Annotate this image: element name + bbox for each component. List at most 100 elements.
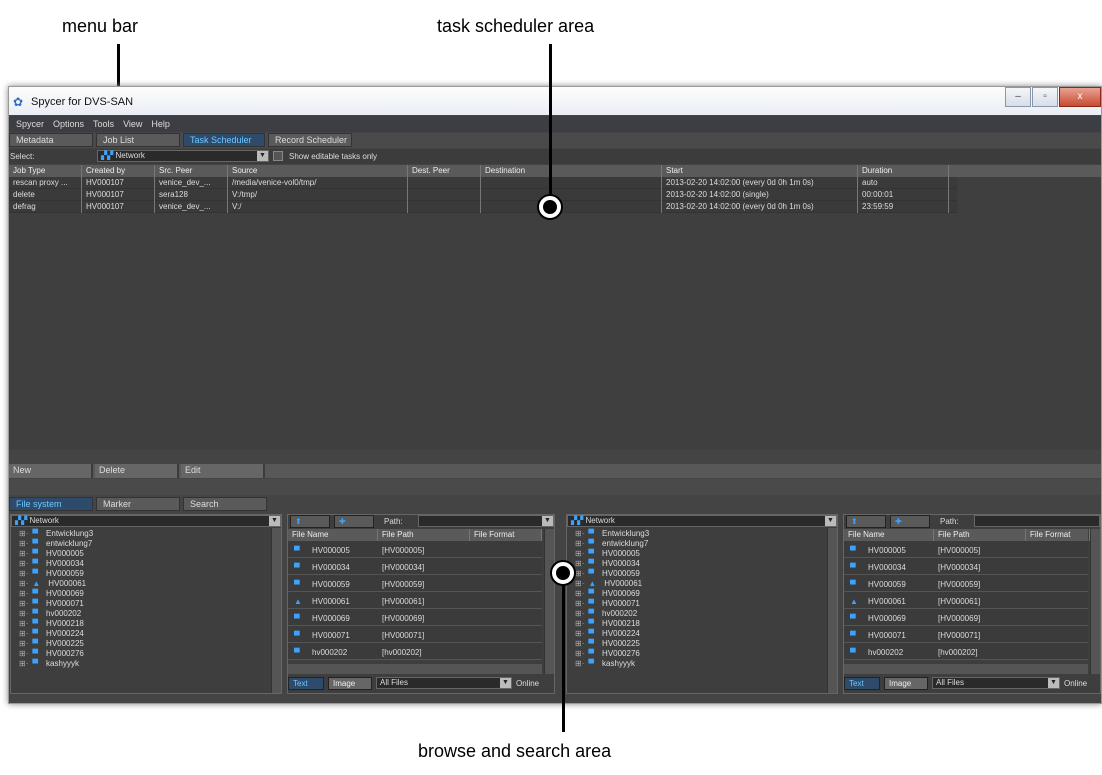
tree-root-select-left[interactable]: ▞▞ Network ▼	[11, 515, 281, 527]
folder-up-button[interactable]: ⬆	[846, 515, 886, 528]
tree-item[interactable]: ⊞· ▀ HV000069	[575, 589, 640, 599]
tree-item[interactable]: ⊞· ▲ HV000061	[575, 579, 642, 589]
list-item[interactable]: ▀ HV000069 [HV000069]	[844, 609, 1088, 626]
tree-item[interactable]: ⊞· ▀ HV000225	[19, 639, 84, 649]
tree-item[interactable]: ⊞· ▀ HV000005	[575, 549, 640, 559]
tree-item[interactable]: ⊞· ▀ HV000218	[19, 619, 84, 629]
tree-item[interactable]: ⊞· ▀ entwicklung7	[19, 539, 92, 549]
close-button[interactable]: x	[1059, 87, 1101, 107]
tree-item[interactable]: ⊞· ▀ HV000071	[19, 599, 84, 609]
list-item[interactable]: ▀ HV000059 [HV000059]	[844, 575, 1088, 592]
file-filter-select[interactable]: All Files ▼	[932, 677, 1060, 689]
new-button[interactable]: New	[9, 464, 93, 478]
horizontal-scrollbar-left[interactable]	[288, 664, 542, 674]
edit-button[interactable]: Edit	[181, 464, 265, 478]
horizontal-scrollbar-right[interactable]	[844, 664, 1088, 674]
col-file-name[interactable]: File Name	[288, 529, 378, 541]
tree-item[interactable]: ⊞· ▀ kashyyyk	[575, 659, 635, 669]
path-input[interactable]: ▼	[418, 515, 554, 527]
tree-item[interactable]: ⊞· ▀ HV000059	[19, 569, 84, 579]
tab-job-list[interactable]: Job List	[96, 133, 180, 147]
maximize-button[interactable]: ▫	[1032, 87, 1058, 107]
path-input[interactable]	[974, 515, 1100, 527]
tree-item[interactable]: ⊞· ▀ HV000224	[19, 629, 84, 639]
menu-view[interactable]: View	[123, 119, 142, 129]
col-start[interactable]: Start	[662, 165, 858, 177]
col-created-by[interactable]: Created by	[82, 165, 155, 177]
folder-up-button[interactable]: ⬆	[290, 515, 330, 528]
menu-help[interactable]: Help	[151, 119, 170, 129]
col-job-type[interactable]: Job Type	[9, 165, 82, 177]
list-item[interactable]: ▀ HV000069 [HV000069]	[288, 609, 542, 626]
image-view-button[interactable]: Image	[328, 677, 372, 690]
tree-item[interactable]: ⊞· ▀ HV000071	[575, 599, 640, 609]
minimize-button[interactable]: –	[1005, 87, 1031, 107]
col-file-path[interactable]: File Path	[934, 529, 1026, 541]
tree-item[interactable]: ⊞· ▀ HV000225	[575, 639, 640, 649]
tree-item[interactable]: ⊞· ▀ hv000202	[575, 609, 637, 619]
tab-marker[interactable]: Marker	[96, 497, 180, 511]
list-item[interactable]: ▀ HV000005 [HV000005]	[288, 541, 542, 558]
list-item[interactable]: ▀ HV000071 [HV000071]	[844, 626, 1088, 643]
tab-search[interactable]: Search	[183, 497, 267, 511]
file-list-scrollbar-left[interactable]	[544, 529, 554, 674]
tree-item[interactable]: ⊞· ▀ HV000276	[19, 649, 84, 659]
tab-file-system[interactable]: File system	[9, 497, 93, 511]
tree-scrollbar-left[interactable]	[271, 528, 281, 693]
new-folder-button[interactable]: ✚	[890, 515, 930, 528]
new-folder-button[interactable]: ✚	[334, 515, 374, 528]
table-row[interactable]: rescan proxy ... HV000107 venice_dev_...…	[9, 177, 957, 189]
list-item[interactable]: ▀ hv000202 [hv000202]	[844, 643, 1088, 660]
tree-item[interactable]: ⊞· ▀ kashyyyk	[19, 659, 79, 669]
tree-item[interactable]: ⊞· ▀ hv000202	[19, 609, 81, 619]
tree-item[interactable]: ⊞· ▀ Entwicklung3	[19, 529, 93, 539]
tree-item[interactable]: ⊞· ▀ HV000218	[575, 619, 640, 629]
tree-item[interactable]: ⊞· ▀ HV000276	[575, 649, 640, 659]
tab-record-scheduler[interactable]: Record Scheduler	[268, 133, 352, 147]
tree-scrollbar-right[interactable]	[827, 528, 837, 693]
col-duration[interactable]: Duration	[858, 165, 949, 177]
tree-item[interactable]: ⊞· ▀ HV000034	[575, 559, 640, 569]
col-file-path[interactable]: File Path	[378, 529, 470, 541]
tree-item[interactable]: ⊞· ▀ entwicklung7	[575, 539, 648, 549]
editable-tasks-checkbox[interactable]	[273, 151, 283, 161]
col-file-format[interactable]: File Format	[470, 529, 542, 541]
col-file-format[interactable]: File Format	[1026, 529, 1090, 541]
table-row[interactable]: delete HV000107 sera128 V:/tmp/ 2013-02-…	[9, 189, 957, 201]
col-source[interactable]: Source	[228, 165, 408, 177]
tree-item[interactable]: ⊞· ▀ HV000005	[19, 549, 84, 559]
tree-item[interactable]: ⊞· ▀ HV000069	[19, 589, 84, 599]
network-select[interactable]: ▞▞ Network ▼	[97, 150, 269, 162]
list-item[interactable]: ▲ HV000061 [HV000061]	[844, 592, 1088, 609]
tree-item[interactable]: ⊞· ▀ Entwicklung3	[575, 529, 649, 539]
menu-options[interactable]: Options	[53, 119, 84, 129]
tree-item[interactable]: ⊞· ▀ HV000034	[19, 559, 84, 569]
list-item[interactable]: ▀ HV000059 [HV000059]	[288, 575, 542, 592]
col-destination[interactable]: Destination	[481, 165, 662, 177]
text-view-button[interactable]: Text	[844, 677, 880, 690]
col-src-peer[interactable]: Src. Peer	[155, 165, 228, 177]
tree-item[interactable]: ⊞· ▲ HV000061	[19, 579, 86, 589]
tree-item[interactable]: ⊞· ▀ HV000059	[575, 569, 640, 579]
list-item[interactable]: ▀ HV000005 [HV000005]	[844, 541, 1088, 558]
delete-button[interactable]: Delete	[95, 464, 179, 478]
col-file-name[interactable]: File Name	[844, 529, 934, 541]
list-item[interactable]: ▲ HV000061 [HV000061]	[288, 592, 542, 609]
list-item[interactable]: ▀ HV000071 [HV000071]	[288, 626, 542, 643]
list-item[interactable]: ▀ HV000034 [HV000034]	[288, 558, 542, 575]
menu-spycer[interactable]: Spycer	[16, 119, 44, 129]
list-item[interactable]: ▀ hv000202 [hv000202]	[288, 643, 542, 660]
col-dest-peer[interactable]: Dest. Peer	[408, 165, 481, 177]
list-item[interactable]: ▀ HV000034 [HV000034]	[844, 558, 1088, 575]
table-row[interactable]: defrag HV000107 venice_dev_... V:/ 2013-…	[9, 201, 957, 213]
text-view-button[interactable]: Text	[288, 677, 324, 690]
image-view-button[interactable]: Image	[884, 677, 928, 690]
tab-task-scheduler[interactable]: Task Scheduler	[183, 133, 265, 147]
file-filter-select[interactable]: All Files ▼	[376, 677, 512, 689]
tree-root-select-right[interactable]: ▞▞ Network ▼	[567, 515, 837, 527]
cell: 2013-02-20 14:02:00 (every 0d 0h 1m 0s)	[662, 201, 858, 213]
file-list-scrollbar-right[interactable]	[1090, 529, 1100, 674]
tree-item[interactable]: ⊞· ▀ HV000224	[575, 629, 640, 639]
tab-metadata[interactable]: Metadata	[9, 133, 93, 147]
menu-tools[interactable]: Tools	[93, 119, 114, 129]
